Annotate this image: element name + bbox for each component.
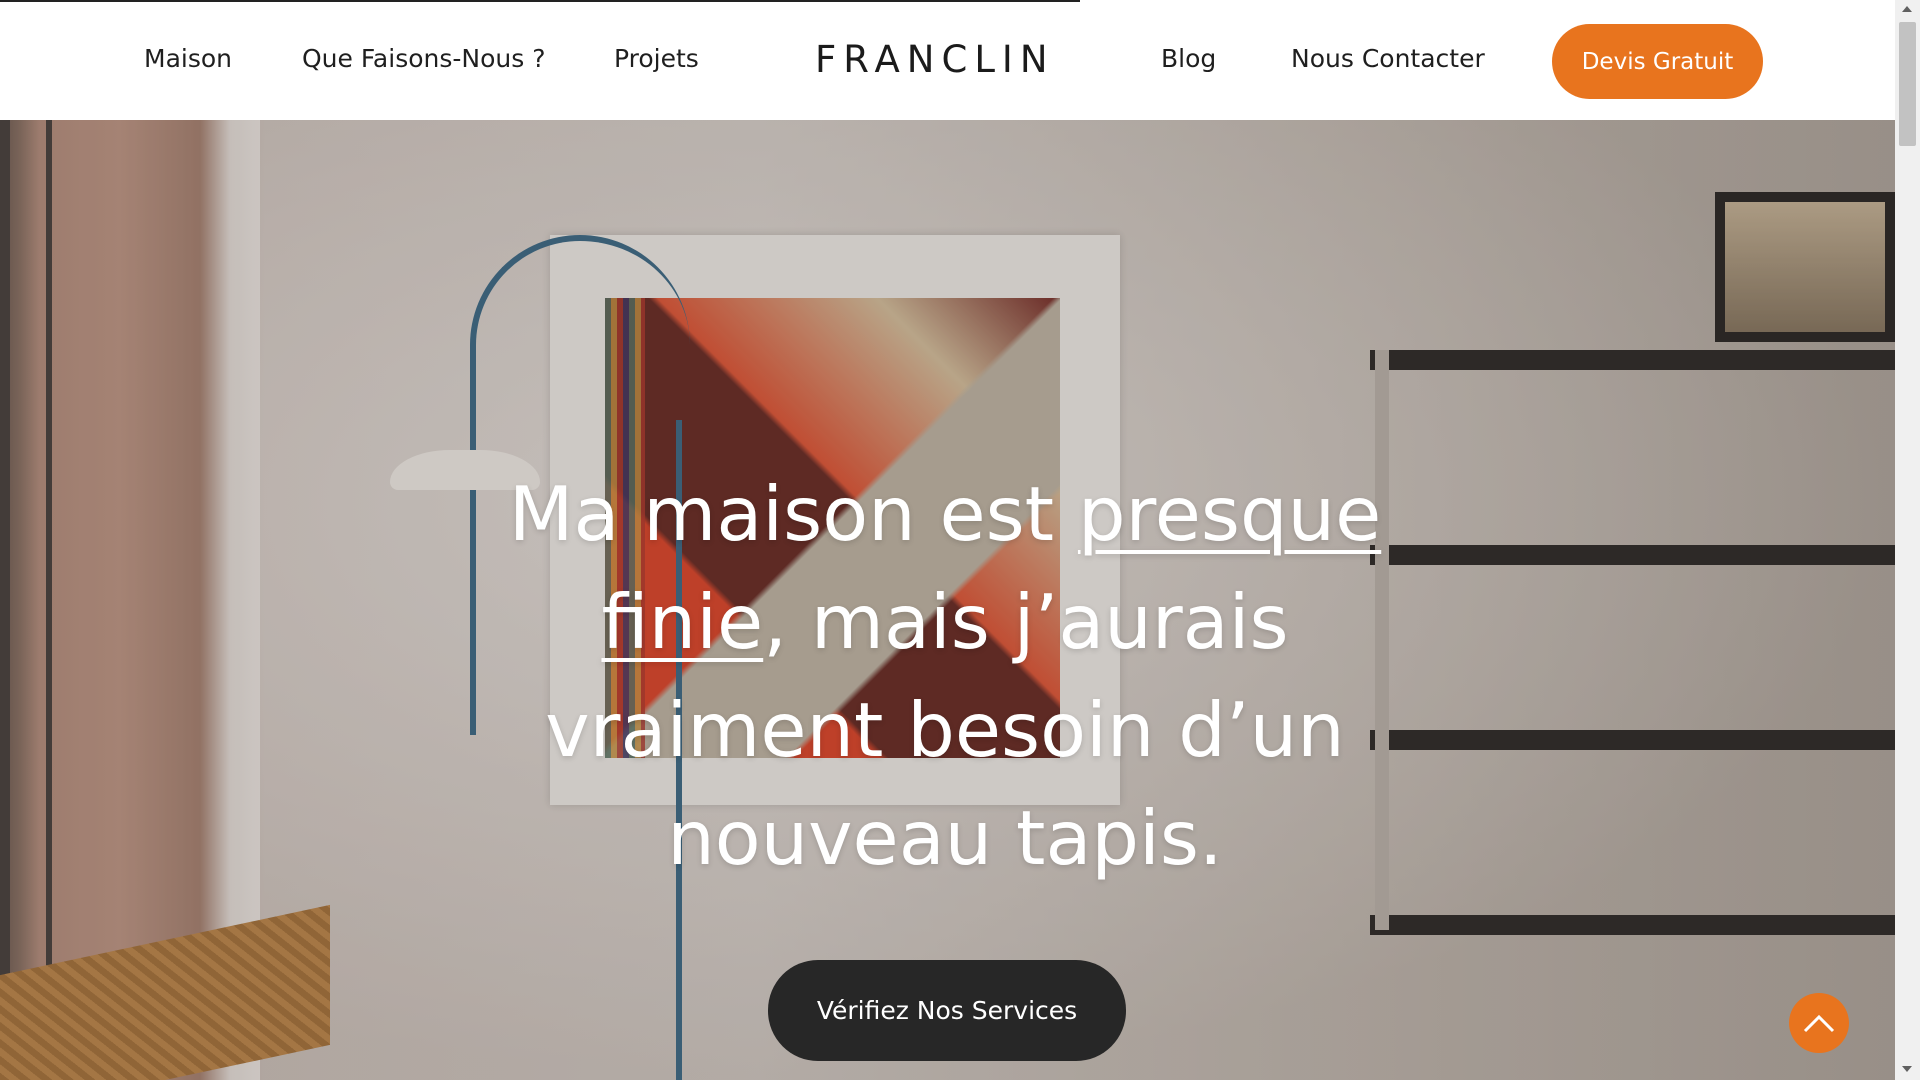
site-logo[interactable]: FRANCLIN — [815, 38, 1055, 81]
hero-title: Ma maison est presque finie, mais j’aura… — [500, 460, 1390, 892]
nav-link-maison[interactable]: Maison — [144, 44, 232, 73]
check-services-button[interactable]: Vérifiez Nos Services — [768, 960, 1126, 1061]
hero-section: Ma maison est presque finie, mais j’aura… — [0, 120, 1895, 1080]
nav-link-que-faisons-nous[interactable]: Que Faisons-Nous ? — [302, 44, 546, 73]
free-quote-button[interactable]: Devis Gratuit — [1552, 24, 1763, 99]
scroll-to-top-button[interactable] — [1789, 993, 1849, 1053]
site-header: Maison Que Faisons-Nous ? Projets FRANCL… — [0, 0, 1895, 120]
nav-link-blog[interactable]: Blog — [1161, 44, 1216, 73]
page-scrollbar[interactable] — [1895, 0, 1920, 1080]
nav-link-nous-contacter[interactable]: Nous Contacter — [1291, 44, 1485, 73]
hero-title-part1: Ma maison est — [508, 470, 1078, 558]
chevron-up-icon — [1803, 1014, 1835, 1033]
scrollbar-thumb[interactable] — [1899, 22, 1916, 146]
page-loading-bar — [0, 0, 1080, 2]
scroll-down-arrow-icon[interactable] — [1902, 1066, 1912, 1072]
scroll-up-arrow-icon[interactable] — [1902, 6, 1912, 12]
nav-link-projets[interactable]: Projets — [614, 44, 699, 73]
